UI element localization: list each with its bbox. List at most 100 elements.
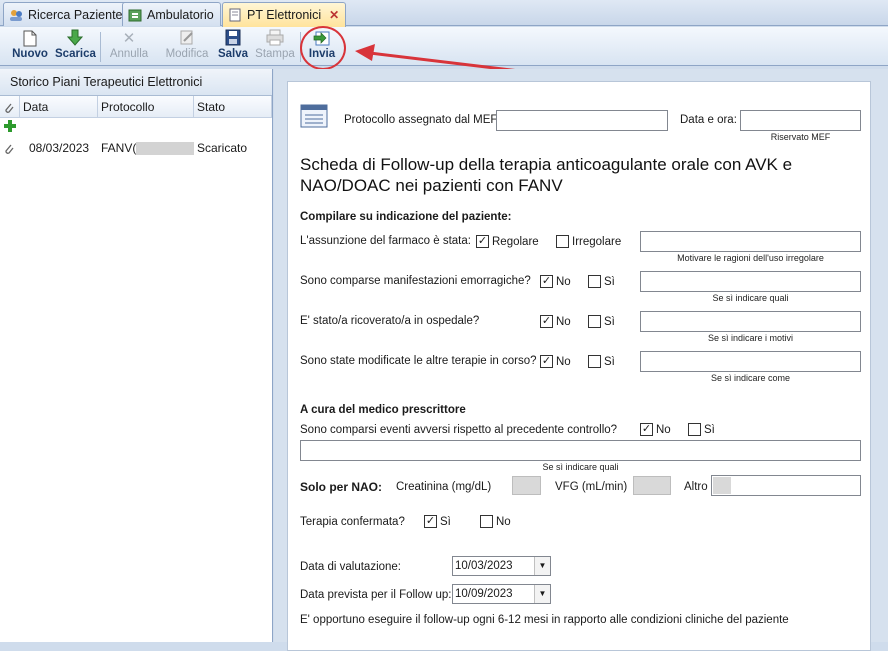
confirmed-no-checkbox[interactable] xyxy=(480,515,493,528)
ambulatory-icon xyxy=(128,8,142,22)
tab-pt-elettronici[interactable]: PT Elettronici ✕ xyxy=(222,2,347,27)
scarica-button[interactable]: Scarica xyxy=(55,29,96,64)
close-icon[interactable]: ✕ xyxy=(329,8,339,22)
q3-detail-field[interactable] xyxy=(640,311,861,332)
cancel-x-icon: ✕ xyxy=(122,30,136,47)
q3-label: E' stato/a ricoverato/a in ospedale? xyxy=(300,315,480,327)
modifica-button[interactable]: Modifica xyxy=(162,29,212,64)
chevron-down-icon[interactable]: ▼ xyxy=(534,585,550,603)
table-row[interactable]: 08/03/2023 FANV(.. Scaricato xyxy=(0,138,272,158)
patient-section-heading: Compilare su indicazione del paziente: xyxy=(300,211,512,223)
row-status: Scaricato xyxy=(197,141,248,155)
q2-no-checkbox[interactable]: ✓ xyxy=(540,275,553,288)
q1-caption: Motivare le ragioni dell'uso irregolare xyxy=(677,253,824,263)
confirmed-si-checkbox[interactable]: ✓ xyxy=(424,515,437,528)
confirmed-label: Terapia confermata? xyxy=(300,516,405,528)
row-protocol-text: FANV( xyxy=(101,141,137,155)
form-icon xyxy=(300,104,328,131)
redacted-block xyxy=(136,142,194,156)
row-protocol: FANV(.. xyxy=(98,138,194,158)
q4-label: Sono state modificate le altre terapie i… xyxy=(300,355,537,367)
q2-detail-field[interactable] xyxy=(640,271,861,292)
q5-si-label: Sì xyxy=(704,424,715,436)
eval-date-value: 10/03/2023 xyxy=(455,560,513,572)
followup-note: E' opportuno eseguire il follow-up ogni … xyxy=(300,614,789,626)
q5-si-checkbox[interactable] xyxy=(688,423,701,436)
q4-si-label: Sì xyxy=(604,356,615,368)
q3-no-checkbox[interactable]: ✓ xyxy=(540,315,553,328)
stampa-button[interactable]: Stampa xyxy=(254,29,296,64)
column-header-stato[interactable]: Stato xyxy=(194,96,272,117)
q3-caption: Se sì indicare i motivi xyxy=(707,333,794,343)
q3-si-label: Sì xyxy=(604,316,615,328)
q2-label: Sono comparse manifestazioni emorragiche… xyxy=(300,275,531,287)
followup-form: Protocollo assegnato dal MEF Data e ora:… xyxy=(287,81,871,651)
q1-label: L'assunzione del farmaco è stata: xyxy=(300,235,471,247)
altro-field[interactable] xyxy=(711,475,861,496)
save-disk-icon xyxy=(216,29,250,48)
salva-button[interactable]: Salva xyxy=(216,29,250,64)
tab-ricerca-paziente[interactable]: Ricerca Paziente xyxy=(3,2,130,26)
vfg-label: VFG (mL/min) xyxy=(555,481,628,493)
q1-irregolare-label: Irregolare xyxy=(572,236,622,248)
printer-icon xyxy=(254,29,296,48)
document-icon xyxy=(228,8,242,22)
q3-no-label: No xyxy=(556,316,571,328)
q4-no-label: No xyxy=(556,356,571,368)
q4-caption: Se sì indicare come xyxy=(710,373,791,383)
q2-caption: Se sì indicare quali xyxy=(712,293,789,303)
form-title: Scheda di Follow-up della terapia antico… xyxy=(300,155,793,195)
q5-no-checkbox[interactable]: ✓ xyxy=(640,423,653,436)
nuovo-label: Nuovo xyxy=(12,48,48,60)
followup-date-value: 10/09/2023 xyxy=(455,588,513,600)
tab-label: Ricerca Paziente xyxy=(28,7,123,22)
q5-detail-field[interactable] xyxy=(300,440,861,461)
attachment-column-header[interactable] xyxy=(0,96,20,117)
q1-regolare-checkbox[interactable]: ✓ xyxy=(476,235,489,248)
mef-protocol-label: Protocollo assegnato dal MEF xyxy=(344,114,498,126)
edit-icon xyxy=(162,29,212,48)
reserved-caption: Riservato MEF xyxy=(770,132,831,142)
tab-label: PT Elettronici xyxy=(247,8,322,22)
q4-no-checkbox[interactable]: ✓ xyxy=(540,355,553,368)
new-document-icon xyxy=(10,29,50,48)
doctor-section-heading: A cura del medico prescrittore xyxy=(300,404,466,416)
stampa-label: Stampa xyxy=(255,48,295,60)
tab-strip: Ricerca Paziente Ambulatorio PT Elettron… xyxy=(0,0,888,27)
modifica-label: Modifica xyxy=(165,48,209,60)
nao-label: Solo per NAO: xyxy=(300,480,383,494)
confirmed-si-label: Sì xyxy=(440,516,451,528)
followup-date-picker[interactable]: 10/09/2023 ▼ xyxy=(452,584,551,604)
q1-reason-field[interactable] xyxy=(640,231,861,252)
history-panel-title: Storico Piani Terapeutici Elettronici xyxy=(0,69,272,96)
column-header-protocollo[interactable]: Protocollo xyxy=(98,96,194,117)
q5-label: Sono comparsi eventi avversi rispetto al… xyxy=(300,424,618,436)
annulla-button[interactable]: ✕ Annulla xyxy=(106,29,152,64)
history-panel: Storico Piani Terapeutici Elettronici Da… xyxy=(0,69,273,642)
people-icon xyxy=(9,8,23,22)
eval-date-label: Data di valutazione: xyxy=(300,561,402,573)
q1-irregolare-checkbox[interactable] xyxy=(556,235,569,248)
tab-ambulatorio[interactable]: Ambulatorio xyxy=(122,2,221,26)
download-arrow-icon xyxy=(55,29,95,48)
nuovo-button[interactable]: Nuovo xyxy=(10,29,50,64)
column-header-data[interactable]: Data xyxy=(20,96,98,117)
chevron-down-icon[interactable]: ▼ xyxy=(534,557,550,575)
q3-si-checkbox[interactable] xyxy=(588,315,601,328)
creatinina-field[interactable] xyxy=(512,476,541,495)
datetime-field[interactable] xyxy=(740,110,861,131)
mef-protocol-field[interactable] xyxy=(496,110,668,131)
confirmed-no-label: No xyxy=(496,516,511,528)
toolbar-separator xyxy=(100,32,101,62)
paperclip-icon[interactable] xyxy=(0,138,26,158)
vfg-field[interactable] xyxy=(633,476,671,495)
followup-date-label: Data prevista per il Follow up: xyxy=(300,589,452,601)
add-row-icon[interactable] xyxy=(0,118,272,138)
eval-date-picker[interactable]: 10/03/2023 ▼ xyxy=(452,556,551,576)
q4-si-checkbox[interactable] xyxy=(588,355,601,368)
tab-label: Ambulatorio xyxy=(147,7,214,22)
q4-detail-field[interactable] xyxy=(640,351,861,372)
q2-si-checkbox[interactable] xyxy=(588,275,601,288)
q5-no-label: No xyxy=(656,424,671,436)
form-area: Protocollo assegnato dal MEF Data e ora:… xyxy=(274,69,888,651)
